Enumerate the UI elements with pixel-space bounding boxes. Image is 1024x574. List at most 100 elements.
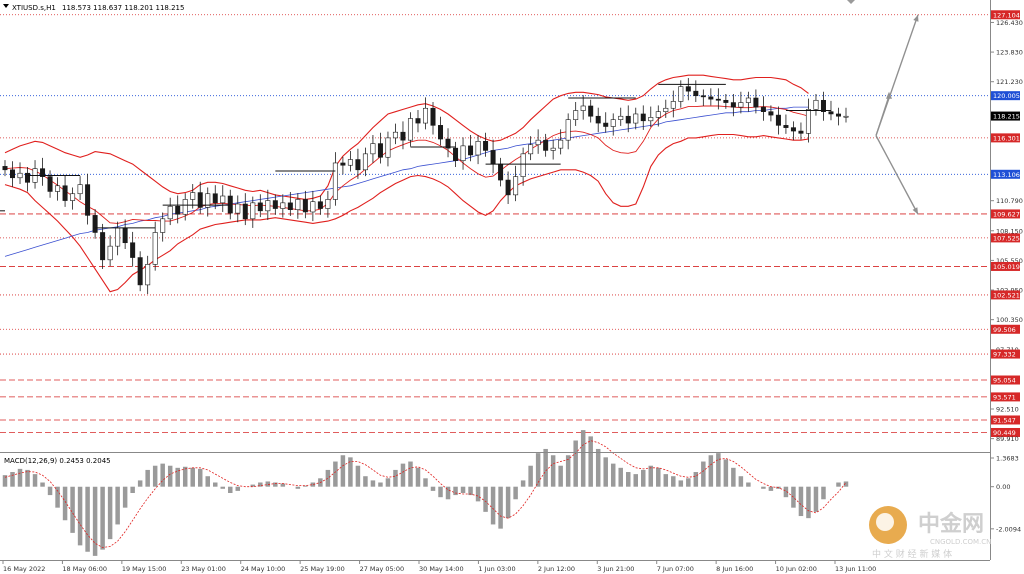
candle-body	[625, 115, 631, 124]
candle-body	[85, 184, 91, 216]
candle-body	[92, 215, 98, 233]
candle-body	[190, 192, 196, 200]
candle-body	[558, 139, 564, 149]
time-tick-label: 8 Jun 16:00	[716, 565, 753, 573]
price-tag-label: 105.019	[993, 263, 1020, 271]
ohlc-label: 118.573 118.637 118.201 118.215	[62, 4, 184, 12]
candle-body	[475, 141, 481, 156]
candle-body	[160, 218, 166, 233]
candle-body	[520, 153, 526, 177]
candle-body	[122, 227, 128, 244]
candle-body	[513, 176, 519, 196]
price-tick-label: 126.430	[996, 19, 1023, 27]
macd-tick-label: 1.3683	[996, 455, 1019, 463]
candle-body	[235, 203, 241, 214]
candle-body	[775, 114, 781, 126]
candle-body	[835, 113, 841, 117]
time-tick-label: 30 May 14:00	[419, 565, 464, 573]
candle-body	[595, 115, 601, 124]
price-tag-label: 118.215	[993, 113, 1020, 121]
candle-body	[287, 202, 293, 210]
price-tag-label: 95.054	[993, 377, 1016, 385]
candle-body	[565, 119, 571, 141]
candle-body	[332, 162, 338, 200]
macd-tick-label: 0.00	[996, 483, 1010, 491]
candle-body	[377, 143, 383, 158]
time-tick-label: 18 May 06:00	[62, 565, 107, 573]
candle-body	[310, 201, 316, 213]
price-tag-label: 107.525	[993, 234, 1020, 242]
price-tick-label: 121.230	[996, 78, 1023, 86]
symbol-label: XTIUSD.s,H1	[12, 4, 56, 12]
time-tick-label: 7 Jun 07:00	[657, 565, 694, 573]
candle-body	[640, 113, 646, 122]
candle-body	[137, 257, 143, 286]
chart-background	[0, 0, 1024, 574]
candle-body	[280, 202, 286, 209]
candle-body	[362, 153, 368, 171]
candle-body	[145, 264, 151, 286]
candle-body	[573, 110, 579, 120]
time-tick-label: 19 May 15:00	[122, 565, 167, 573]
candle-body	[175, 205, 181, 215]
candle-body	[70, 193, 76, 201]
candle-body	[100, 232, 106, 261]
candle-body	[813, 99, 819, 110]
price-tag-label: 113.106	[993, 171, 1020, 179]
time-tick-label: 27 May 05:00	[360, 565, 405, 573]
candle-body	[430, 107, 436, 126]
candle-body	[2, 166, 8, 171]
candle-body	[370, 143, 376, 155]
candle-body	[77, 184, 83, 195]
candle-body	[633, 113, 639, 124]
candle-body	[828, 111, 834, 115]
candle-body	[655, 111, 661, 118]
candle-body	[10, 169, 16, 179]
candle-body	[603, 122, 609, 127]
candle-body	[768, 111, 774, 116]
candle-body	[152, 232, 158, 265]
candle-body	[272, 200, 278, 209]
candle-body	[55, 185, 61, 192]
candle-body	[167, 205, 173, 220]
price-tag-label: 93.571	[993, 393, 1016, 401]
candle-body	[618, 115, 624, 120]
candle-body	[678, 86, 684, 102]
candle-body	[227, 195, 233, 214]
candle-body	[130, 242, 136, 258]
watermark-domain: CNGOLD.COM.CN	[930, 538, 991, 546]
candle-body	[693, 90, 699, 97]
candle-body	[685, 86, 691, 92]
price-tick-label: 100.350	[996, 316, 1023, 324]
candle-body	[700, 95, 706, 98]
candle-body	[107, 245, 113, 261]
price-tag-label: 116.301	[993, 134, 1020, 142]
candle-body	[760, 106, 766, 112]
candle-body	[438, 125, 444, 140]
time-tick-label: 23 May 01:00	[181, 565, 226, 573]
price-tag-label: 120.005	[993, 92, 1020, 100]
candle-body	[295, 199, 301, 210]
price-tick-label: 123.830	[996, 49, 1023, 57]
candle-body	[798, 130, 804, 134]
price-chart[interactable]: 1.36830.00-2.0094 127.104126.430123.8301…	[0, 0, 1024, 574]
candle-body	[723, 99, 729, 103]
candle-body	[505, 179, 511, 196]
candle-body	[580, 105, 586, 111]
candle-body	[242, 203, 248, 220]
price-tick-label: 110.790	[996, 197, 1023, 205]
candle-body	[498, 163, 504, 181]
candle-body	[325, 199, 331, 209]
candle-body	[400, 131, 406, 141]
candle-body	[528, 144, 534, 155]
candle-body	[753, 97, 759, 108]
candle-body	[340, 162, 346, 166]
candle-body	[347, 159, 353, 166]
candle-body	[25, 172, 31, 183]
candle-body	[422, 107, 428, 124]
candle-body	[47, 176, 53, 192]
candle-body	[708, 96, 714, 100]
candle-body	[182, 199, 188, 215]
candle-body	[212, 193, 218, 204]
candle-body	[490, 150, 496, 165]
